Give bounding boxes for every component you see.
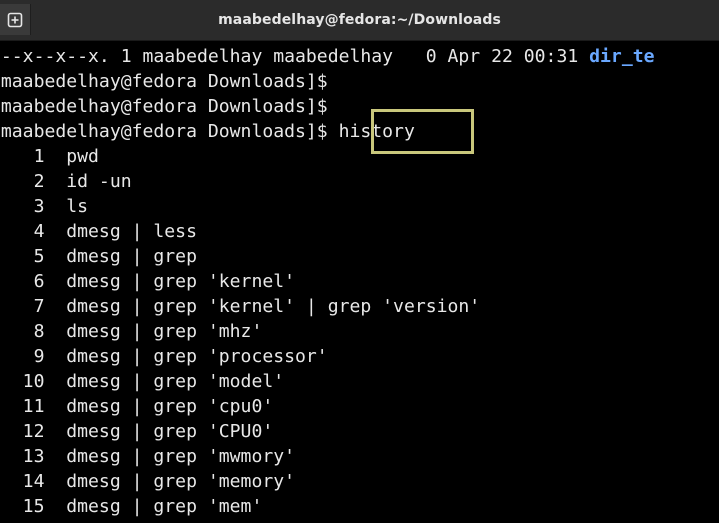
- prompt-line-history-command: [maabedelhay@fedora Downloads]$ history: [0, 121, 415, 142]
- history-line: 9 dmesg | grep 'processor': [0, 346, 328, 367]
- history-command-highlight-box: [371, 109, 474, 154]
- history-line: 3 ls: [33, 196, 89, 217]
- title-bar: maabedelhay@fedora:~/Downloads: [0, 0, 719, 41]
- history-line: 10 dmesg | grep 'model': [0, 371, 285, 392]
- history-line: 4 dmesg | less: [0, 221, 197, 242]
- history-line: 11 dmesg | grep 'cpu0': [0, 396, 274, 417]
- history-line: 5 dmesg | grep: [0, 246, 197, 267]
- history-line: 7 dmesg | grep 'kernel' | grep 'version': [0, 296, 481, 317]
- ls-output-line: d--x--x--x. 1 maabedelhay maabedelhay 0 …: [0, 44, 655, 69]
- history-line: 15 dmesg | grep 'mem': [0, 496, 263, 517]
- window-title: maabedelhay@fedora:~/Downloads: [218, 12, 501, 28]
- terminal-window: maabedelhay@fedora:~/Downloads d--x--x--…: [0, 0, 719, 523]
- history-line: 1 pwd: [0, 146, 99, 167]
- history-line: 13 dmesg | grep 'mwmory': [0, 446, 296, 467]
- history-line: 12 dmesg | grep 'CPU0': [0, 421, 274, 442]
- history-line: 14 dmesg | grep 'memory': [0, 471, 296, 492]
- history-line: 2 id -un: [0, 171, 132, 192]
- history-line: 6 dmesg | grep 'kernel': [0, 271, 296, 292]
- history-line: 8 dmesg | grep 'mhz': [0, 321, 263, 342]
- directory-name: dir_te: [589, 46, 655, 67]
- terminal-output[interactable]: d--x--x--x. 1 maabedelhay maabedelhay 0 …: [0, 41, 719, 523]
- prompt-line: [maabedelhay@fedora Downloads]$: [0, 96, 328, 117]
- ls-output-text: d--x--x--x. 1 maabedelhay maabedelhay 0 …: [0, 46, 590, 67]
- prompt-line: [maabedelhay@fedora Downloads]$: [0, 71, 328, 92]
